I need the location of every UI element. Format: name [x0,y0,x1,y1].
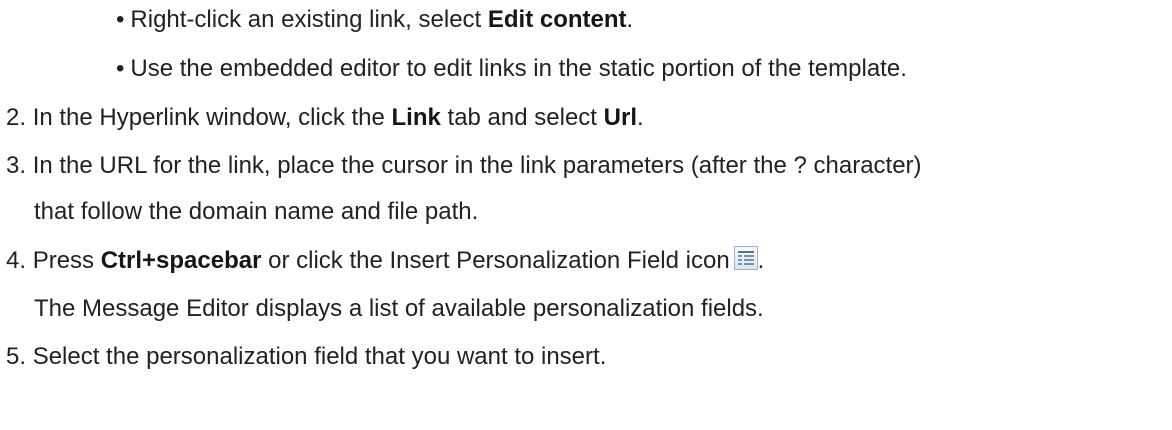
step-number: 5. [6,343,27,370]
sub-item-edit-content: • Right-click an existing link, select Ed… [116,5,633,35]
sub-item-text: Right-click an existing link, select [130,6,488,33]
punctuation: . [636,104,644,131]
step-text: In the Hyperlink window, click the [32,104,392,131]
edit-content-label: Edit content [487,6,627,33]
step-text: that follow the domain name and file pat… [34,198,479,225]
bullet: • [116,55,125,82]
punctuation: . [757,247,765,274]
bullet: • [116,6,125,33]
step-4: 4. Press Ctrl+spacebar or click the Inse… [6,246,764,276]
step-3: 3. In the URL for the link, place the cu… [6,151,922,181]
sub-item-text: Use the embedded editor to edit links in… [130,55,907,82]
step-4-result: The Message Editor displays a list of av… [34,294,764,324]
link-tab-label: Link [391,104,441,131]
step-text: tab and select [440,104,604,131]
punctuation: . [626,6,634,33]
step-number: 2. [6,104,27,131]
step-text: Select the personalization field that yo… [32,343,607,370]
step-5: 5. Select the personalization field that… [6,342,606,372]
step-number: 4. [6,247,27,274]
url-label: Url [603,104,637,131]
step-text: or click the Insert Personalization Fiel… [261,247,730,274]
step-text: In the URL for the link, place the curso… [32,152,922,179]
step-number: 3. [6,152,27,179]
step-2: 2. In the Hyperlink window, click the Li… [6,103,644,133]
step-3-continuation: that follow the domain name and file pat… [34,197,478,227]
insert-personalization-field-icon [733,246,758,270]
sub-item-embedded-editor: • Use the embedded editor to edit links i… [116,54,907,84]
shortcut-label: Ctrl+spacebar [100,247,262,274]
result-text: The Message Editor displays a list of av… [34,295,764,322]
step-text: Press [32,247,101,274]
